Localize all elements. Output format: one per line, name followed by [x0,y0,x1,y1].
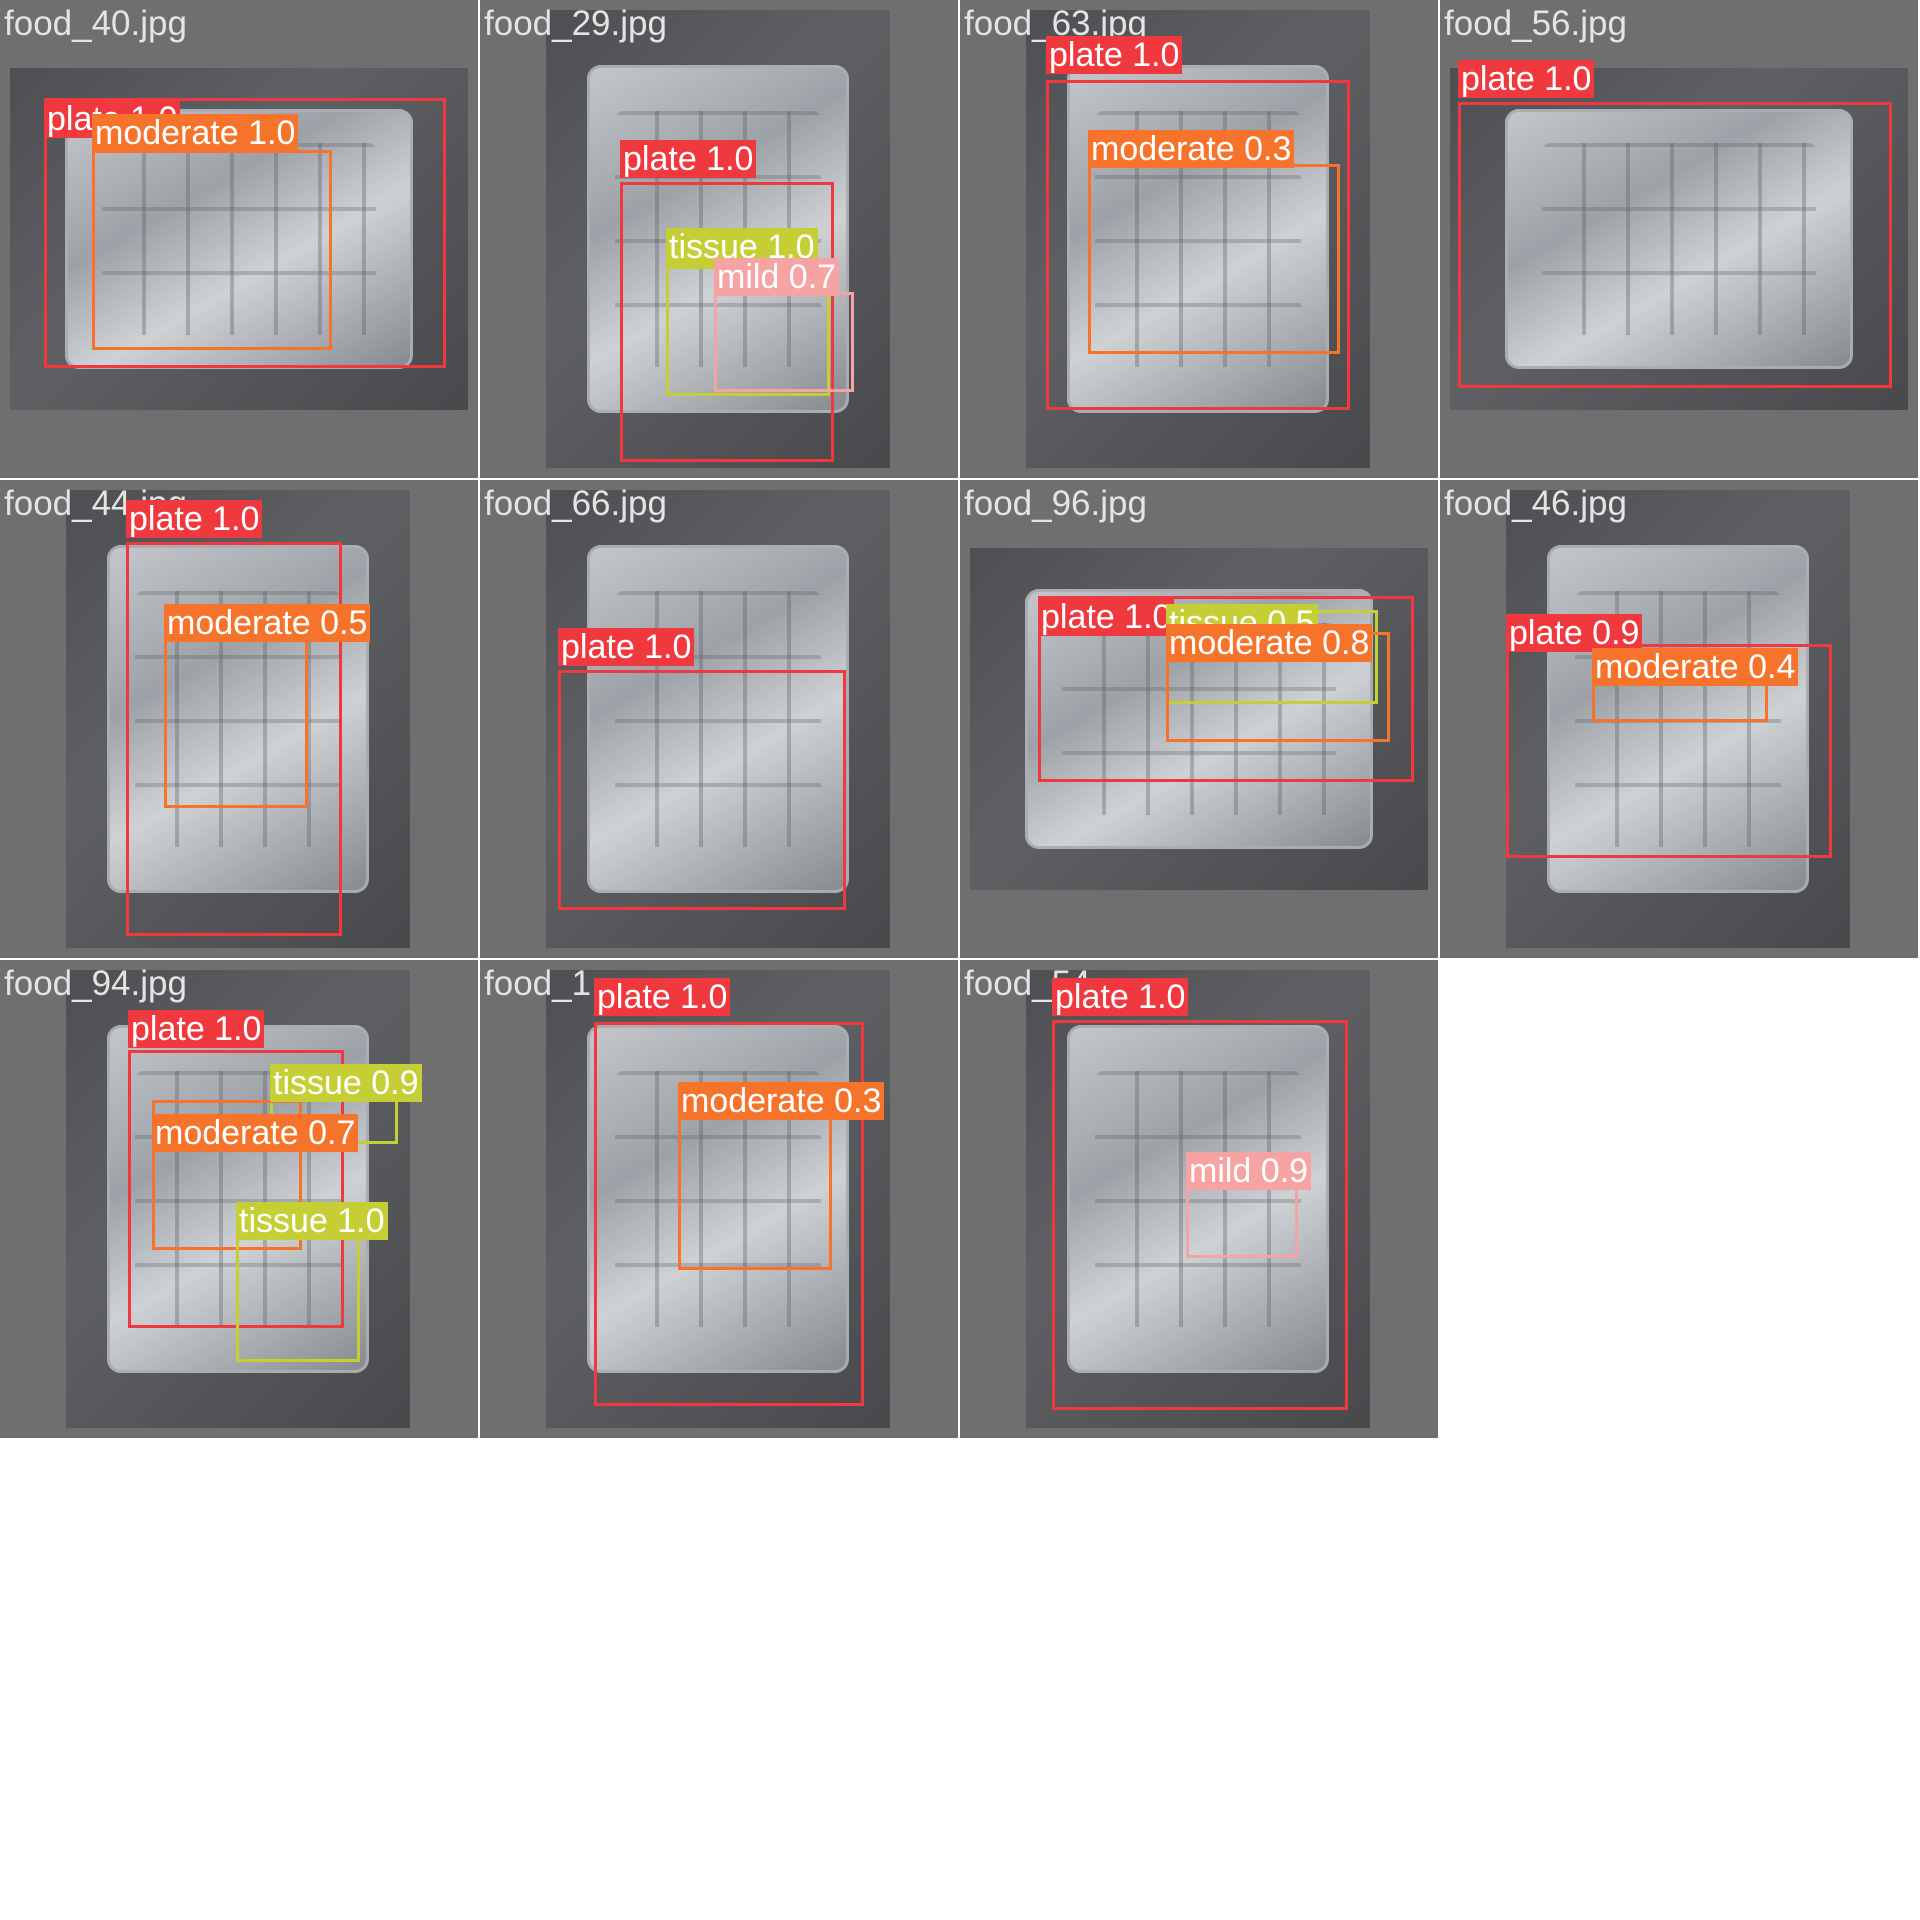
image-filename: food_1 [484,964,592,1003]
image-filename: food_46.jpg [1444,484,1627,523]
plate-bounding-box [558,670,846,910]
detection-tile: food_29.jpg plate 1.0 tissue 1.0 mild 0.7 [480,0,958,478]
plate-label: plate 1.0 [1052,978,1189,1016]
moderate-label: moderate 0.5 [164,604,371,642]
image-filename: food_29.jpg [484,4,667,43]
moderate-label: moderate 1.0 [92,114,299,152]
plate-label: plate 0.9 [1506,614,1643,652]
mild-bounding-box [714,292,854,392]
moderate-label: moderate 0.8 [1166,624,1373,662]
plate-label: plate 1.0 [1046,36,1183,74]
detection-tile: food_66.jpgplate 1.0 [480,480,958,958]
detection-tile: food_96.jpg plate 1.0 tissue 0.5 moderate 0… [960,480,1438,958]
detection-tile: food_56.jpgplate 1.0 [1440,0,1918,478]
image-filename: food_56.jpg [1444,4,1627,43]
moderate-label: moderate 0.4 [1592,648,1799,686]
detection-tile: food_63.jpg plate 1.0 moderate 0.3 [960,0,1438,478]
tissue-label: tissue 1.0 [236,1202,388,1240]
moderate-bounding-box [1088,164,1340,354]
moderate-bounding-box [164,638,308,808]
plate-label: plate 1.0 [1458,60,1595,98]
detection-tile: food_54 plate 1.0 mild 0.9 [960,960,1438,1438]
moderate-bounding-box [92,150,332,350]
detection-tile: food_40.jpgplate 1.0moderate 1.0 [0,0,478,478]
detection-tile: food_1 plate 1.0 moderate 0.3 [480,960,958,1438]
detection-tile: food_94.jpgplate 1.0 tissue 0.9 moderate 0… [0,960,478,1438]
image-filename: food_40.jpg [4,4,187,43]
tissue-label: tissue 0.9 [270,1064,422,1102]
moderate-label: moderate 0.7 [152,1114,359,1152]
plate-bounding-box [1458,102,1892,388]
image-filename: food_96.jpg [964,484,1147,523]
detection-tile: food_44.jpg plate 1.0 moderate 0.5 [0,480,478,958]
image-filename: food_66.jpg [484,484,667,523]
detection-tile: food_46.jpgplate 0.9 moderate 0.4 [1440,480,1918,958]
plate-label: plate 1.0 [128,1010,265,1048]
plate-label: plate 1.0 [620,140,757,178]
plate-label: plate 1.0 [126,500,263,538]
detection-mosaic: food_40.jpgplate 1.0moderate 1.0food_29.… [0,0,1920,1920]
mild-label: mild 0.9 [1186,1152,1312,1190]
moderate-label: moderate 0.3 [678,1082,885,1120]
moderate-bounding-box [678,1100,832,1270]
moderate-label: moderate 0.3 [1088,130,1295,168]
plate-label: plate 1.0 [594,978,731,1016]
image-filename: food_94.jpg [4,964,187,1003]
plate-label: plate 1.0 [558,628,695,666]
plate-label: plate 1.0 [1038,598,1175,636]
mild-label: mild 0.7 [714,258,840,296]
